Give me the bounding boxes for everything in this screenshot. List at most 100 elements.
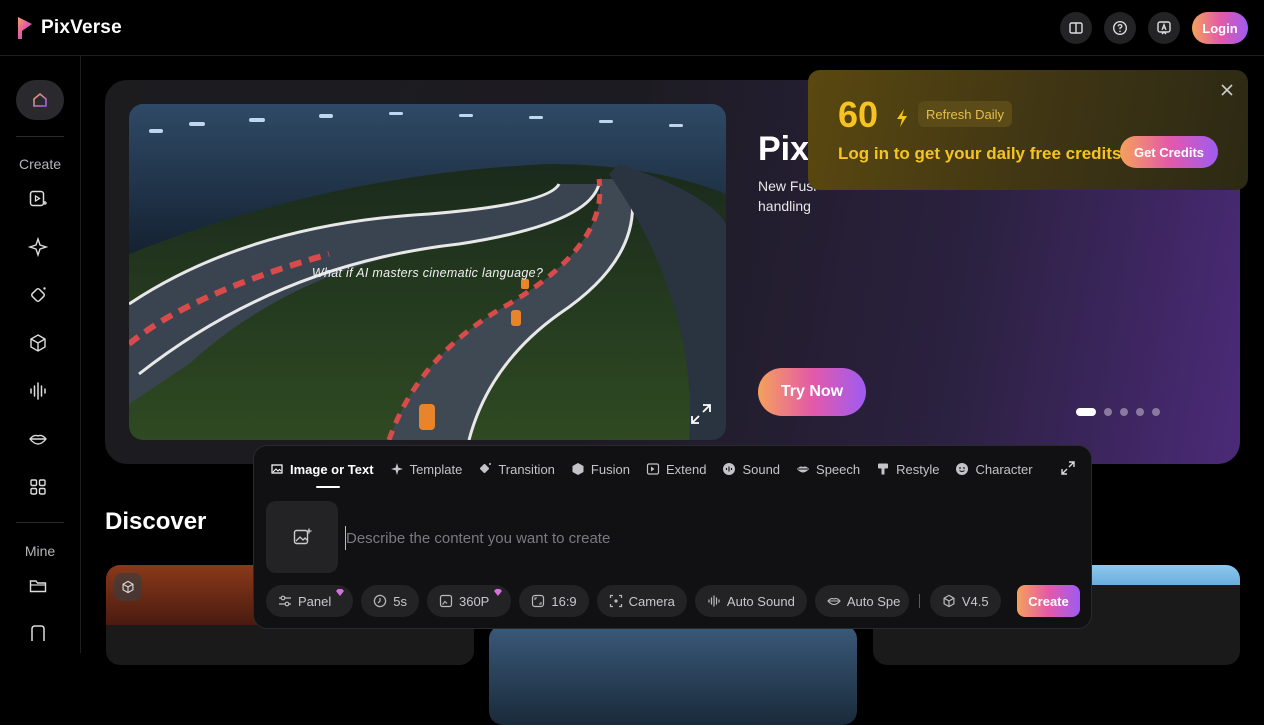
carousel-dot[interactable] [1104, 408, 1112, 416]
hero-video-caption: What if AI masters cinematic language? [311, 266, 544, 280]
auto-speech-toggle[interactable]: Auto Spe [814, 585, 909, 617]
fullscreen-icon[interactable] [689, 402, 713, 426]
premium-gem-icon [336, 589, 345, 596]
tab-character[interactable]: Character [955, 460, 1033, 478]
lips-icon [797, 466, 810, 473]
auto-sound-toggle[interactable]: Auto Sound [694, 585, 807, 617]
bolt-icon [897, 109, 907, 127]
sound-icon [708, 595, 720, 607]
close-icon[interactable] [1219, 82, 1235, 98]
carousel-dot[interactable] [1076, 408, 1096, 416]
top-bar: PixVerse Login [0, 0, 1264, 56]
home-icon [33, 92, 47, 107]
carousel-dot[interactable] [1152, 408, 1160, 416]
face-icon [956, 463, 969, 475]
sidebar-item-fusion[interactable] [27, 332, 49, 354]
image-upload-button[interactable] [266, 501, 338, 573]
model-select[interactable]: V4.5 [929, 585, 1001, 617]
tab-extend[interactable]: Extend [646, 460, 706, 478]
transition-icon [480, 463, 492, 474]
sidebar-item-speech[interactable] [27, 428, 49, 450]
camera-select[interactable]: Camera [596, 585, 687, 617]
hero-video[interactable]: What if AI masters cinematic language? [129, 104, 726, 440]
tab-transition[interactable]: Transition [478, 460, 555, 478]
add-image-icon [293, 528, 312, 545]
fusion-badge [114, 573, 142, 601]
sidebar-divider [16, 136, 64, 137]
cube-icon [122, 580, 134, 594]
sound-icon [723, 463, 736, 475]
sidebar-item-apps[interactable] [27, 476, 49, 498]
tab-speech[interactable]: Speech [796, 460, 860, 478]
pixverse-logo-icon [18, 17, 32, 39]
sparkle-icon [390, 463, 403, 475]
tab-restyle[interactable]: Restyle [876, 460, 939, 478]
lips-icon [29, 434, 47, 445]
sidebar-divider [16, 522, 64, 523]
brand-name: PixVerse [41, 17, 122, 38]
discover-title: Discover [105, 508, 207, 535]
bookmark-icon [31, 625, 45, 641]
camera-focus-icon [609, 594, 622, 608]
sidebar-item-effects[interactable] [27, 284, 49, 306]
duration-select[interactable]: 5s [361, 585, 419, 617]
resolution-icon [439, 594, 453, 608]
credits-promo: 60 Refresh Daily Log in to get your dail… [808, 70, 1248, 190]
carousel-dot[interactable] [1120, 408, 1128, 416]
folder-icon [29, 580, 47, 593]
sidebar-item-template[interactable] [27, 236, 49, 258]
tab-image-or-text[interactable]: Image or Text [270, 460, 374, 478]
tab-sound[interactable]: Sound [722, 460, 780, 478]
feedback-icon[interactable] [1148, 12, 1180, 44]
tab-template[interactable]: Template [390, 460, 462, 478]
credits-amount: 60 [838, 94, 879, 135]
extend-icon [646, 463, 660, 475]
video-icon [29, 190, 47, 207]
premium-gem-icon [494, 589, 503, 596]
panel-button[interactable]: Panel [266, 585, 354, 617]
brush-icon [878, 463, 889, 475]
refresh-daily-badge: Refresh Daily [918, 101, 1013, 127]
discover-card[interactable] [489, 625, 857, 725]
sidebar-item-assets[interactable] [27, 575, 49, 597]
login-button[interactable]: Login [1192, 12, 1248, 44]
try-now-button[interactable]: Try Now [758, 368, 866, 416]
tab-fusion[interactable]: Fusion [571, 460, 630, 478]
sidebar-item-saved[interactable] [27, 622, 49, 644]
effects-icon [31, 287, 46, 302]
cube-icon [943, 594, 955, 608]
lips-icon [827, 598, 841, 606]
book-icon[interactable] [1060, 12, 1092, 44]
clock-icon [374, 594, 387, 608]
creation-controls: Panel 5s 360P 16:9 Camera Auto Sound Aut… [266, 585, 1001, 617]
sliders-icon [279, 595, 291, 607]
sidebar-item-sound[interactable] [27, 380, 49, 402]
sidebar-item-home[interactable] [16, 80, 64, 120]
carousel-dot[interactable] [1136, 408, 1144, 416]
sidebar: Create Mine [0, 56, 81, 653]
cube-icon [572, 463, 584, 475]
sidebar-create-label: Create [18, 156, 62, 172]
sound-icon [30, 382, 46, 400]
aspect-ratio-select[interactable]: 16:9 [519, 585, 589, 617]
get-credits-button[interactable]: Get Credits [1120, 136, 1218, 168]
cube-icon [30, 334, 46, 352]
carousel-dots [1076, 408, 1160, 416]
create-button[interactable]: Create [1017, 585, 1080, 617]
controls-divider [918, 594, 920, 608]
aspect-ratio-icon [532, 594, 545, 608]
sidebar-mine-label: Mine [24, 543, 56, 559]
sparkle-icon [28, 237, 48, 257]
help-icon[interactable] [1104, 12, 1136, 44]
prompt-input[interactable] [345, 526, 1045, 550]
resolution-select[interactable]: 360P [426, 585, 512, 617]
image-icon [271, 464, 283, 474]
expand-icon[interactable] [1060, 460, 1076, 476]
creation-panel: Image or Text Template Transition Fusion Ext… [253, 445, 1092, 629]
active-tab-indicator [316, 486, 340, 488]
logo[interactable]: PixVerse [17, 16, 122, 40]
promo-message: Log in to get your daily free credits [838, 144, 1122, 163]
creation-tabs: Image or Text Template Transition Fusion Ext… [270, 460, 1033, 478]
apps-icon [30, 479, 46, 495]
sidebar-item-video[interactable] [27, 188, 49, 210]
